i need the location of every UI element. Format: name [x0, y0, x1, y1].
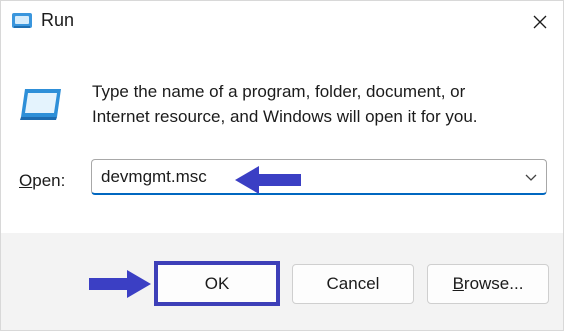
description-line-2: Internet resource, and Windows will open… [92, 107, 478, 126]
annotation-arrow-left [235, 166, 301, 194]
open-combobox[interactable]: devmgmt.msc [91, 159, 547, 195]
annotation-arrow-right [89, 270, 151, 298]
description-text: Type the name of a program, folder, docu… [92, 79, 532, 129]
dialog-content: Type the name of a program, folder, docu… [1, 43, 563, 233]
run-dialog: Run Type the name of a program, folder, … [0, 0, 564, 331]
close-icon [533, 15, 547, 29]
run-icon [17, 87, 65, 121]
dialog-footer: OK Cancel Browse... [1, 233, 563, 330]
description-line-1: Type the name of a program, folder, docu… [92, 82, 466, 101]
window-title: Run [41, 10, 75, 30]
open-label-text: pen: [32, 171, 66, 190]
browse-button[interactable]: Browse... [427, 264, 549, 304]
title-bar: Run [1, 1, 563, 43]
ok-button[interactable]: OK [154, 261, 280, 306]
chevron-down-icon[interactable] [524, 170, 538, 184]
open-label-mnemonic: O [19, 171, 33, 190]
open-input-value[interactable]: devmgmt.msc [101, 167, 207, 187]
close-button[interactable] [517, 1, 563, 43]
cancel-button[interactable]: Cancel [292, 264, 414, 304]
run-app-icon [11, 12, 33, 30]
browse-label: rowse... [463, 274, 524, 293]
browse-mnemonic: B [452, 274, 464, 293]
open-label: Open: [19, 171, 65, 191]
